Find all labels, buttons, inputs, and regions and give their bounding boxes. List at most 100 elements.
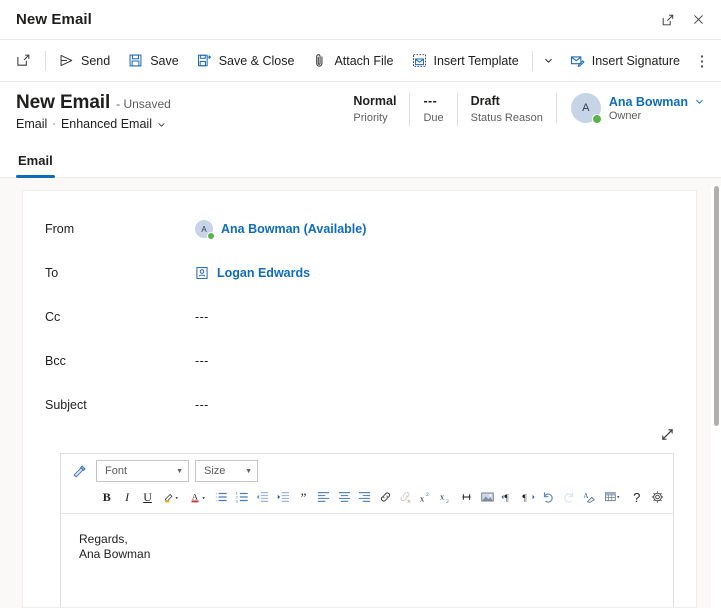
breadcrumb-separator: · [52,118,56,130]
paperclip-icon [312,53,327,68]
blockquote-icon[interactable]: ” [294,487,313,508]
owner-role-label: Owner [608,109,642,122]
new-window-button[interactable] [6,45,41,77]
increase-indent-icon[interactable] [273,487,292,508]
record-title-row: New Email - Unsaved [16,92,171,114]
italic-icon[interactable]: I [117,487,136,508]
header-field-owner[interactable]: A Ana Bowman Owner [555,93,705,124]
field-row-cc: Cc --- [45,295,674,339]
insert-table-icon[interactable] [600,487,626,508]
insert-template-button[interactable]: Insert Template [403,45,528,77]
cc-label: Cc [45,310,61,324]
highlight-color-icon[interactable] [158,487,184,508]
header-field-priority[interactable]: Normal Priority [340,93,409,126]
font-size-value: Size [204,465,226,477]
entity-name: Email [16,117,48,131]
clear-formatting-icon[interactable]: A [580,487,599,508]
subject-input[interactable]: --- [195,398,209,412]
from-presence-available-icon [207,232,215,240]
field-row-bcc: Bcc --- [45,339,674,383]
underline-icon[interactable]: U [138,487,157,508]
from-label: From [45,222,75,236]
command-separator [45,50,46,71]
left-to-right-icon[interactable]: ¶ [498,487,517,508]
remove-link-icon[interactable] [396,487,415,508]
rte-toolbar-row-2: B I U A 1 2 3 ” x 2 x 2 ¶ ¶ A ? [67,485,667,509]
avatar: A [570,93,602,124]
owner-name-row: Ana Bowman [609,95,705,109]
header-field-due[interactable]: --- Due [409,93,456,126]
font-family-select[interactable]: Font ▼ [96,460,189,482]
form-selector-chevron-down-icon [157,120,166,129]
form-selector[interactable]: Enhanced Email [61,117,166,131]
align-left-icon[interactable] [314,487,333,508]
insert-signature-label: Insert Signature [591,53,680,68]
scrollbar-thumb[interactable] [714,186,719,426]
record-header-left: New Email - Unsaved Email · Enhanced Ema… [16,92,171,131]
align-center-icon[interactable] [335,487,354,508]
decrease-indent-icon[interactable] [253,487,272,508]
save-and-close-label: Save & Close [218,53,295,68]
subscript-icon[interactable]: x 2 [437,487,456,508]
unsaved-status: - Unsaved [116,97,171,111]
insert-template-label: Insert Template [433,53,519,68]
undo-icon[interactable] [539,487,558,508]
insert-signature-icon [570,53,585,68]
numbered-list-icon[interactable]: 1 2 3 [233,487,252,508]
redo-icon[interactable] [559,487,578,508]
send-label: Send [81,53,111,68]
expand-diagonal-icon[interactable] [656,423,678,445]
strikethrough-icon[interactable] [457,487,476,508]
send-button[interactable]: Send [50,45,119,77]
format-painter-icon[interactable] [69,461,90,482]
insert-image-icon[interactable] [478,487,497,508]
command-overflow-button[interactable]: ⋮ [689,45,715,77]
field-row-subject: Subject --- [45,383,674,427]
popout-icon[interactable] [653,5,683,35]
close-icon[interactable] [683,5,713,35]
to-value[interactable]: Logan Edwards [195,266,310,280]
help-icon[interactable]: ? [627,487,646,508]
form-selector-label: Enhanced Email [60,117,152,131]
header-field-status-reason[interactable]: Draft Status Reason [456,93,556,126]
from-value[interactable]: A Ana Bowman (Available) [195,220,366,240]
bold-icon[interactable]: B [97,487,116,508]
to-recipient-link[interactable]: Logan Edwards [217,266,310,280]
from-person-link[interactable]: Ana Bowman (Available) [221,222,366,236]
priority-label: Priority [353,112,388,124]
email-body-line: Regards, [79,532,128,546]
svg-text:3: 3 [235,498,238,503]
template-separator [531,50,533,71]
font-size-select[interactable]: Size ▼ [195,460,258,482]
svg-text:2: 2 [446,499,449,504]
svg-text:x: x [420,494,425,503]
insert-template-icon [412,53,427,68]
field-row-to: To Logan Edwards [45,251,674,295]
insert-template-chevron-down-icon[interactable] [537,45,561,77]
cc-input[interactable]: --- [195,310,209,324]
owner-chevron-down-icon[interactable] [694,96,705,107]
cc-value[interactable]: --- [195,310,209,324]
record-breadcrumb: Email · Enhanced Email [16,117,171,131]
email-body[interactable]: Regards, Ana Bowman [61,514,673,562]
bcc-value[interactable]: --- [195,354,209,368]
owner-name-link[interactable]: Ana Bowman [609,95,688,109]
bulleted-list-icon[interactable] [212,487,231,508]
svg-text:x: x [440,493,445,502]
attach-file-button[interactable]: Attach File [303,45,402,77]
right-to-left-icon[interactable]: ¶ [518,487,537,508]
tab-email-label: Email [18,153,53,168]
superscript-icon[interactable]: x 2 [416,487,435,508]
font-color-icon[interactable]: A [185,487,211,508]
align-right-icon[interactable] [355,487,374,508]
insert-link-icon[interactable] [375,487,394,508]
editor-settings-icon[interactable] [647,487,666,508]
insert-signature-button[interactable]: Insert Signature [561,45,689,77]
bcc-input[interactable]: --- [195,354,209,368]
tab-email[interactable]: Email [16,144,55,178]
save-button[interactable]: Save [119,45,188,77]
vertical-scrollbar[interactable] [711,186,721,615]
save-and-close-button[interactable]: Save & Close [188,45,304,77]
record-header-fields: Normal Priority --- Due Draft Status Rea… [340,92,705,126]
subject-value[interactable]: --- [195,398,209,412]
